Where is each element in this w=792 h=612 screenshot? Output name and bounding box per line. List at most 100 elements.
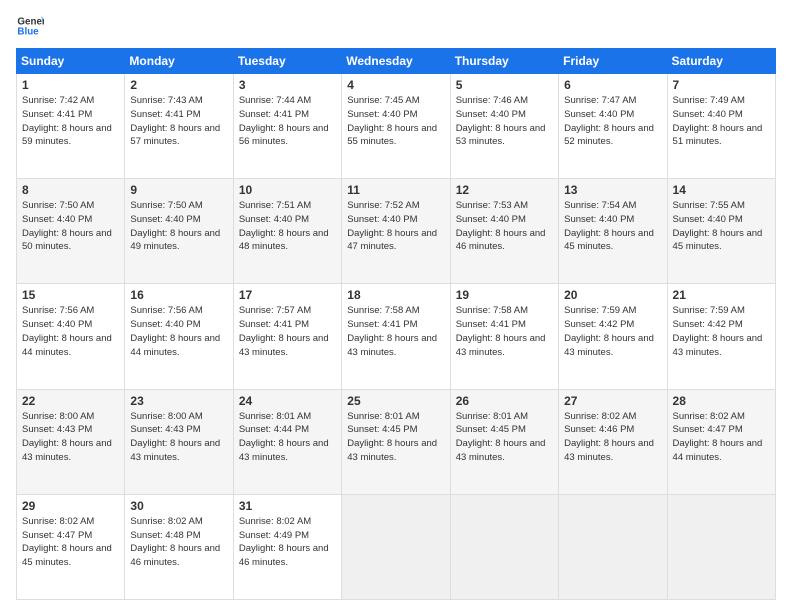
weekday-header-tuesday: Tuesday	[233, 49, 341, 74]
calendar-cell: 18 Sunrise: 7:58 AMSunset: 4:41 PMDayligh…	[342, 284, 450, 389]
week-row-3: 15Sunrise: 7:56 AMSunset: 4:40 PMDayligh…	[17, 284, 776, 389]
week-row-5: 29Sunrise: 8:02 AMSunset: 4:47 PMDayligh…	[17, 494, 776, 599]
calendar-cell	[450, 494, 558, 599]
calendar-cell: 17 Sunrise: 7:57 AMSunset: 4:41 PMDayligh…	[233, 284, 341, 389]
calendar-cell: 12Sunrise: 7:53 AMSunset: 4:40 PMDayligh…	[450, 179, 558, 284]
calendar-cell: 3 Sunrise: 7:44 AMSunset: 4:41 PMDaylight…	[233, 74, 341, 179]
calendar-cell: 7 Sunrise: 7:49 AMSunset: 4:40 PMDaylight…	[667, 74, 775, 179]
calendar-cell: 30Sunrise: 8:02 AMSunset: 4:48 PMDayligh…	[125, 494, 233, 599]
calendar-cell: 21 Sunrise: 7:59 AMSunset: 4:42 PMDayligh…	[667, 284, 775, 389]
calendar-cell: 2 Sunrise: 7:43 AMSunset: 4:41 PMDaylight…	[125, 74, 233, 179]
weekday-header-thursday: Thursday	[450, 49, 558, 74]
calendar-cell: 4 Sunrise: 7:45 AMSunset: 4:40 PMDaylight…	[342, 74, 450, 179]
day-info: Sunrise: 8:00 AMSunset: 4:43 PMDaylight:…	[130, 411, 220, 463]
calendar-cell: 11Sunrise: 7:52 AMSunset: 4:40 PMDayligh…	[342, 179, 450, 284]
day-number: 7	[673, 78, 770, 92]
calendar-cell: 6 Sunrise: 7:47 AMSunset: 4:40 PMDaylight…	[559, 74, 667, 179]
day-info: Sunrise: 7:47 AMSunset: 4:40 PMDaylight:…	[564, 95, 654, 147]
day-number: 8	[22, 183, 119, 197]
day-number: 17	[239, 288, 336, 302]
day-number: 4	[347, 78, 444, 92]
day-info: Sunrise: 8:01 AMSunset: 4:44 PMDaylight:…	[239, 411, 329, 463]
day-info: Sunrise: 7:54 AMSunset: 4:40 PMDaylight:…	[564, 200, 654, 252]
calendar-cell: 19 Sunrise: 7:58 AMSunset: 4:41 PMDayligh…	[450, 284, 558, 389]
day-info: Sunrise: 7:43 AMSunset: 4:41 PMDaylight:…	[130, 95, 220, 147]
day-info: Sunrise: 7:59 AMSunset: 4:42 PMDaylight:…	[673, 305, 763, 357]
day-number: 27	[564, 394, 661, 408]
calendar-cell: 25Sunrise: 8:01 AMSunset: 4:45 PMDayligh…	[342, 389, 450, 494]
day-number: 22	[22, 394, 119, 408]
day-info: Sunrise: 8:02 AMSunset: 4:48 PMDaylight:…	[130, 516, 220, 568]
day-info: Sunrise: 7:50 AMSunset: 4:40 PMDaylight:…	[22, 200, 112, 252]
calendar-cell	[667, 494, 775, 599]
calendar-cell	[559, 494, 667, 599]
day-info: Sunrise: 7:56 AMSunset: 4:40 PMDaylight:…	[130, 305, 220, 357]
header: General Blue	[16, 12, 776, 40]
calendar-cell: 28Sunrise: 8:02 AMSunset: 4:47 PMDayligh…	[667, 389, 775, 494]
day-info: Sunrise: 7:56 AMSunset: 4:40 PMDaylight:…	[22, 305, 112, 357]
day-info: Sunrise: 7:58 AMSunset: 4:41 PMDaylight:…	[347, 305, 437, 357]
calendar-cell: 26 Sunrise: 8:01 AMSunset: 4:45 PMDayligh…	[450, 389, 558, 494]
day-number: 31	[239, 499, 336, 513]
calendar-cell: 20Sunrise: 7:59 AMSunset: 4:42 PMDayligh…	[559, 284, 667, 389]
day-info: Sunrise: 7:53 AMSunset: 4:40 PMDaylight:…	[456, 200, 546, 252]
day-number: 1	[22, 78, 119, 92]
calendar-cell: 8 Sunrise: 7:50 AMSunset: 4:40 PMDaylight…	[17, 179, 125, 284]
day-number: 5	[456, 78, 553, 92]
weekday-header-saturday: Saturday	[667, 49, 775, 74]
day-info: Sunrise: 7:55 AMSunset: 4:40 PMDaylight:…	[673, 200, 763, 252]
calendar-cell: 24 Sunrise: 8:01 AMSunset: 4:44 PMDayligh…	[233, 389, 341, 494]
day-number: 29	[22, 499, 119, 513]
day-info: Sunrise: 8:01 AMSunset: 4:45 PMDaylight:…	[456, 411, 546, 463]
day-number: 16	[130, 288, 227, 302]
page: General Blue SundayMondayTuesdayWednesda…	[0, 0, 792, 612]
day-info: Sunrise: 7:49 AMSunset: 4:40 PMDaylight:…	[673, 95, 763, 147]
calendar-cell: 13 Sunrise: 7:54 AMSunset: 4:40 PMDayligh…	[559, 179, 667, 284]
calendar-cell: 31 Sunrise: 8:02 AMSunset: 4:49 PMDayligh…	[233, 494, 341, 599]
day-number: 9	[130, 183, 227, 197]
day-number: 19	[456, 288, 553, 302]
day-number: 18	[347, 288, 444, 302]
week-row-1: 1 Sunrise: 7:42 AMSunset: 4:41 PMDaylight…	[17, 74, 776, 179]
weekday-header-row: SundayMondayTuesdayWednesdayThursdayFrid…	[17, 49, 776, 74]
day-number: 20	[564, 288, 661, 302]
calendar-cell: 9Sunrise: 7:50 AMSunset: 4:40 PMDaylight…	[125, 179, 233, 284]
week-row-2: 8 Sunrise: 7:50 AMSunset: 4:40 PMDaylight…	[17, 179, 776, 284]
weekday-header-sunday: Sunday	[17, 49, 125, 74]
day-info: Sunrise: 8:02 AMSunset: 4:46 PMDaylight:…	[564, 411, 654, 463]
day-number: 23	[130, 394, 227, 408]
day-number: 13	[564, 183, 661, 197]
weekday-header-monday: Monday	[125, 49, 233, 74]
calendar-cell: 29Sunrise: 8:02 AMSunset: 4:47 PMDayligh…	[17, 494, 125, 599]
day-number: 14	[673, 183, 770, 197]
day-number: 28	[673, 394, 770, 408]
calendar-cell	[342, 494, 450, 599]
day-number: 6	[564, 78, 661, 92]
calendar-cell: 27 Sunrise: 8:02 AMSunset: 4:46 PMDayligh…	[559, 389, 667, 494]
day-number: 26	[456, 394, 553, 408]
day-info: Sunrise: 7:44 AMSunset: 4:41 PMDaylight:…	[239, 95, 329, 147]
logo: General Blue	[16, 12, 44, 40]
day-info: Sunrise: 7:45 AMSunset: 4:40 PMDaylight:…	[347, 95, 437, 147]
calendar-cell: 15Sunrise: 7:56 AMSunset: 4:40 PMDayligh…	[17, 284, 125, 389]
calendar-cell: 23 Sunrise: 8:00 AMSunset: 4:43 PMDayligh…	[125, 389, 233, 494]
day-info: Sunrise: 8:02 AMSunset: 4:49 PMDaylight:…	[239, 516, 329, 568]
day-info: Sunrise: 7:57 AMSunset: 4:41 PMDaylight:…	[239, 305, 329, 357]
calendar-table: SundayMondayTuesdayWednesdayThursdayFrid…	[16, 48, 776, 600]
calendar-cell: 16 Sunrise: 7:56 AMSunset: 4:40 PMDayligh…	[125, 284, 233, 389]
day-info: Sunrise: 7:58 AMSunset: 4:41 PMDaylight:…	[456, 305, 546, 357]
day-number: 3	[239, 78, 336, 92]
day-info: Sunrise: 8:00 AMSunset: 4:43 PMDaylight:…	[22, 411, 112, 463]
calendar-cell: 14 Sunrise: 7:55 AMSunset: 4:40 PMDayligh…	[667, 179, 775, 284]
day-info: Sunrise: 8:01 AMSunset: 4:45 PMDaylight:…	[347, 411, 437, 463]
calendar-cell: 5Sunrise: 7:46 AMSunset: 4:40 PMDaylight…	[450, 74, 558, 179]
calendar-cell: 10Sunrise: 7:51 AMSunset: 4:40 PMDayligh…	[233, 179, 341, 284]
weekday-header-friday: Friday	[559, 49, 667, 74]
day-number: 2	[130, 78, 227, 92]
day-info: Sunrise: 7:42 AMSunset: 4:41 PMDaylight:…	[22, 95, 112, 147]
day-number: 21	[673, 288, 770, 302]
svg-text:Blue: Blue	[17, 26, 39, 37]
day-info: Sunrise: 7:51 AMSunset: 4:40 PMDaylight:…	[239, 200, 329, 252]
day-info: Sunrise: 7:52 AMSunset: 4:40 PMDaylight:…	[347, 200, 437, 252]
day-number: 24	[239, 394, 336, 408]
